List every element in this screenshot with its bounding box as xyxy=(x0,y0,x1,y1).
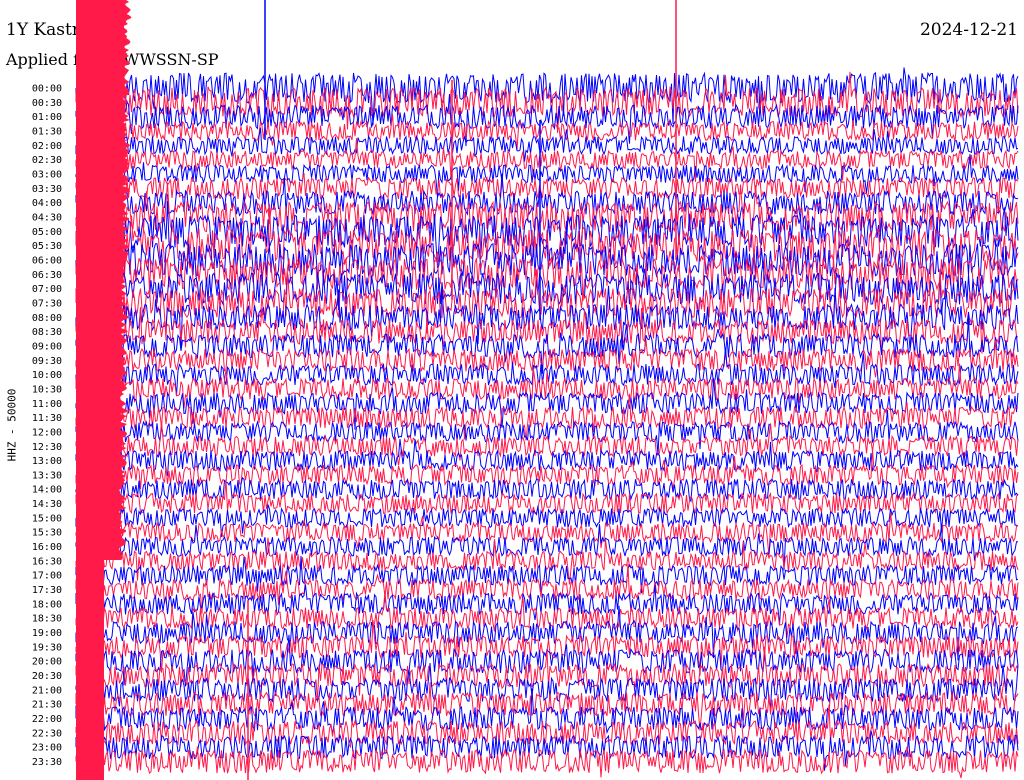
tick-label-0200: 02:00 xyxy=(32,141,62,152)
tick-label-0030: 00:30 xyxy=(32,98,62,109)
tick-label-2300: 23:00 xyxy=(32,743,62,754)
tick-label-1330: 13:30 xyxy=(32,470,62,481)
tick-label-1600: 16:00 xyxy=(32,542,62,553)
tick-label-1200: 12:00 xyxy=(32,427,62,438)
tick-label-0630: 06:30 xyxy=(32,270,62,281)
helicorder-chart: 1Y Kastr 2024-12-21 Applied filter: WWSS… xyxy=(0,0,1024,780)
seismogram-plot: 00:00 00:30 01:00 01:30 02:00 02:30 03:00 03:30… xyxy=(32,0,1019,780)
tick-label-0830: 08:30 xyxy=(32,327,62,338)
tick-label-1430: 14:30 xyxy=(32,499,62,510)
tick-label-0800: 08:00 xyxy=(32,313,62,324)
tick-label-2330: 23:30 xyxy=(32,757,62,768)
tick-label-1300: 13:00 xyxy=(32,456,62,467)
tick-label-0730: 07:30 xyxy=(32,298,62,309)
tick-label-1700: 17:00 xyxy=(32,571,62,582)
tick-label-2000: 20:00 xyxy=(32,657,62,668)
tick-label-0130: 01:30 xyxy=(32,126,62,137)
tick-label-1530: 15:30 xyxy=(32,528,62,539)
tick-label-0530: 05:30 xyxy=(32,241,62,252)
trace-lines xyxy=(75,0,1019,780)
tick-label-1900: 19:00 xyxy=(32,628,62,639)
tick-label-2230: 22:30 xyxy=(32,728,62,739)
tick-label-0700: 07:00 xyxy=(32,284,62,295)
tick-label-2100: 21:00 xyxy=(32,685,62,696)
tick-label-0230: 02:30 xyxy=(32,155,62,166)
tick-label-0430: 04:30 xyxy=(32,212,62,223)
tick-label-1800: 18:00 xyxy=(32,599,62,610)
tick-label-0300: 03:00 xyxy=(32,169,62,180)
tick-label-0400: 04:00 xyxy=(32,198,62,209)
tick-label-1930: 19:30 xyxy=(32,642,62,653)
tick-label-1100: 11:00 xyxy=(32,399,62,410)
tick-label-0600: 06:00 xyxy=(32,255,62,266)
tick-label-1030: 10:30 xyxy=(32,384,62,395)
tick-label-2200: 22:00 xyxy=(32,714,62,725)
tick-label-1730: 17:30 xyxy=(32,585,62,596)
trace-row-0000 xyxy=(75,67,1019,126)
tick-label-0330: 03:30 xyxy=(32,184,62,195)
tick-label-2130: 21:30 xyxy=(32,700,62,711)
event-saturation-band xyxy=(76,0,104,780)
tick-label-2030: 20:30 xyxy=(32,671,62,682)
trace-row-1530 xyxy=(75,512,1019,557)
tick-label-1230: 12:30 xyxy=(32,442,62,453)
tick-label-0000: 00:00 xyxy=(32,84,62,95)
tick-label-1830: 18:30 xyxy=(32,614,62,625)
tick-label-1400: 14:00 xyxy=(32,485,62,496)
tick-label-1630: 16:30 xyxy=(32,556,62,567)
time-tick-labels: 00:00 00:30 01:00 01:30 02:00 02:30 03:00 03:30… xyxy=(32,84,62,769)
tick-label-1500: 15:00 xyxy=(32,513,62,524)
trace-row-1300 xyxy=(75,438,1019,477)
tick-label-1130: 11:30 xyxy=(32,413,62,424)
tick-label-0100: 01:00 xyxy=(32,112,62,123)
trace-row-0300 xyxy=(75,152,1019,198)
tick-label-0900: 09:00 xyxy=(32,341,62,352)
tick-label-0930: 09:30 xyxy=(32,356,62,367)
tick-label-0500: 05:00 xyxy=(32,227,62,238)
tick-label-1000: 10:00 xyxy=(32,370,62,381)
